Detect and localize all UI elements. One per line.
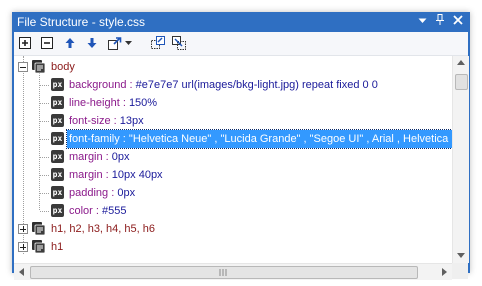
vertical-scrollbar[interactable] <box>452 56 469 263</box>
css-property-icon: px <box>51 150 64 163</box>
css-property-icon: px <box>51 168 64 181</box>
property-name: margin <box>69 169 103 181</box>
property-name: font-family <box>69 133 120 145</box>
file-structure-panel: File Structure - style.css body px backg… <box>12 12 470 280</box>
property-value: #e7e7e7 url(images/bkg-light.jpg) repeat… <box>135 79 378 91</box>
css-property-icon: px <box>51 204 64 217</box>
structure-tree[interactable]: body px background : #e7e7e7 url(images/… <box>14 56 452 263</box>
locate-button[interactable] <box>171 35 187 51</box>
property-item[interactable]: px margin : 10px 40px <box>14 166 452 184</box>
chevron-down-icon <box>125 40 132 45</box>
sync-icon <box>151 36 165 49</box>
property-value: #555 <box>102 205 127 217</box>
property-value: 10px 40px <box>111 169 163 181</box>
arrow-up-icon <box>65 38 75 48</box>
scrollbar-corner <box>452 263 468 279</box>
property-item[interactable]: px margin : 0px <box>14 148 452 166</box>
property-name: padding <box>69 187 109 199</box>
move-up-button[interactable] <box>62 35 78 51</box>
scroll-left-arrow-icon[interactable] <box>19 268 24 276</box>
scroll-right-arrow-icon[interactable] <box>442 268 447 276</box>
horizontal-scrollbar[interactable] <box>14 263 452 280</box>
property-name: background <box>69 79 127 91</box>
property-separator: : <box>92 205 103 217</box>
property-separator: : <box>102 169 112 181</box>
css-selector-icon <box>32 60 46 74</box>
property-value: 0px <box>117 187 136 199</box>
vertical-scroll-thumb[interactable] <box>455 74 468 90</box>
property-item[interactable]: px background : #e7e7e7 url(images/bkg-l… <box>14 76 452 94</box>
selector-label: h1, h2, h3, h4, h5, h6 <box>51 223 155 235</box>
css-property-icon: px <box>51 114 64 127</box>
property-value: 13px <box>119 115 144 127</box>
selector-label: body <box>51 61 75 73</box>
property-separator: : <box>119 133 129 145</box>
triangle-down-icon <box>418 18 426 23</box>
window-position-dropdown-button[interactable] <box>414 14 430 30</box>
property-name: margin <box>69 151 103 163</box>
title-bar[interactable]: File Structure - style.css <box>12 12 470 32</box>
property-value: 150% <box>128 97 158 109</box>
panel-content: body px background : #e7e7e7 url(images/… <box>14 32 469 280</box>
pin-icon <box>436 14 444 25</box>
css-property-icon: px <box>51 78 64 91</box>
scroll-up-arrow-icon[interactable] <box>457 60 465 65</box>
toolbar <box>14 32 468 56</box>
sync-button[interactable] <box>150 35 166 51</box>
property-item-selected[interactable]: px font-family : "Helvetica Neue" , "Luc… <box>14 129 452 149</box>
plus-box-icon <box>19 37 31 49</box>
property-item[interactable]: px padding : 0px <box>14 184 452 202</box>
arrow-down-icon <box>87 38 97 48</box>
tree-node-headings[interactable]: h1, h2, h3, h4, h5, h6 <box>14 220 452 238</box>
minus-box-icon <box>41 37 53 49</box>
property-separator: : <box>102 151 112 163</box>
expand-toggle[interactable] <box>18 242 28 252</box>
property-separator: : <box>126 79 136 91</box>
property-separator: : <box>108 187 118 199</box>
expand-all-button[interactable] <box>17 35 33 51</box>
grip-icon <box>219 269 227 276</box>
property-value: 0px <box>111 151 130 163</box>
property-name: color <box>69 205 93 217</box>
property-item[interactable]: px color : #555 <box>14 202 452 220</box>
css-property-icon: px <box>51 186 64 199</box>
close-icon <box>453 15 463 25</box>
pin-button[interactable] <box>432 14 448 30</box>
property-name: font-size <box>69 115 111 127</box>
collapse-all-button[interactable] <box>39 35 55 51</box>
property-name: line-height <box>69 97 120 109</box>
export-icon <box>108 36 122 50</box>
navigate-dropdown-button[interactable] <box>108 35 134 51</box>
move-down-button[interactable] <box>84 35 100 51</box>
panel-title: File Structure - style.css <box>17 15 146 29</box>
css-selector-icon <box>32 222 46 236</box>
scroll-down-arrow-icon[interactable] <box>457 253 465 258</box>
horizontal-scroll-thumb[interactable] <box>30 266 418 279</box>
property-item[interactable]: px font-size : 13px <box>14 112 452 130</box>
collapse-toggle[interactable] <box>18 62 28 72</box>
property-separator: : <box>119 97 129 109</box>
css-property-icon: px <box>51 132 64 145</box>
tree-node-body[interactable]: body <box>14 58 452 76</box>
property-item[interactable]: px line-height : 150% <box>14 94 452 112</box>
selector-label: h1 <box>51 241 64 253</box>
tree-node-h1[interactable]: h1 <box>14 238 452 256</box>
locate-icon <box>172 36 186 50</box>
property-value: "Helvetica Neue" , "Lucida Grande" , "Se… <box>128 133 452 145</box>
css-selector-icon <box>32 240 46 254</box>
property-separator: : <box>110 115 120 127</box>
css-property-icon: px <box>51 96 64 109</box>
expand-toggle[interactable] <box>18 224 28 234</box>
close-button[interactable] <box>450 14 466 30</box>
